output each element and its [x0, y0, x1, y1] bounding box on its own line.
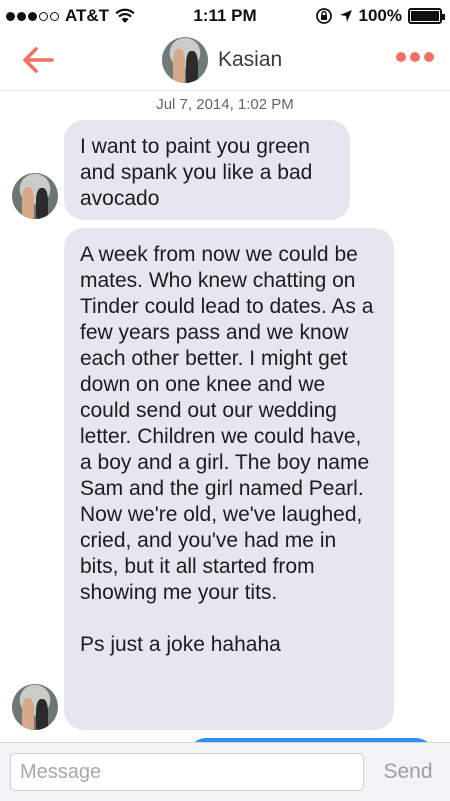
chat-header: Kasian	[0, 32, 450, 91]
location-arrow-icon	[339, 10, 352, 22]
contact-avatar[interactable]	[162, 37, 208, 83]
message-text: A week from now we could be mates. Who k…	[80, 243, 374, 604]
back-arrow-icon[interactable]	[18, 42, 58, 78]
status-right: 100%	[315, 6, 445, 26]
battery-icon	[408, 8, 445, 24]
message-bubble: A week from now we could be mates. Who k…	[64, 228, 394, 730]
message-postscript: Ps just a joke hahaha	[80, 633, 281, 656]
rotation-lock-icon	[315, 8, 332, 24]
battery-percent: 100%	[358, 6, 402, 25]
conversation-timestamp: Jul 7, 2014, 1:02 PM	[156, 96, 294, 113]
message-input-bar: Send	[0, 742, 450, 801]
send-button[interactable]: Send	[372, 753, 444, 791]
contact-name[interactable]: Kasian	[218, 48, 282, 72]
message-input[interactable]	[10, 753, 364, 791]
message-text: I want to paint you green and spank you …	[80, 135, 313, 210]
more-dots-icon[interactable]	[396, 52, 434, 62]
status-bar: AT&T 1:11 PM 100%	[0, 0, 450, 32]
message-bubble: I want to paint you green and spank you …	[64, 120, 350, 220]
sender-avatar[interactable]	[12, 684, 58, 730]
sender-avatar[interactable]	[12, 173, 58, 219]
